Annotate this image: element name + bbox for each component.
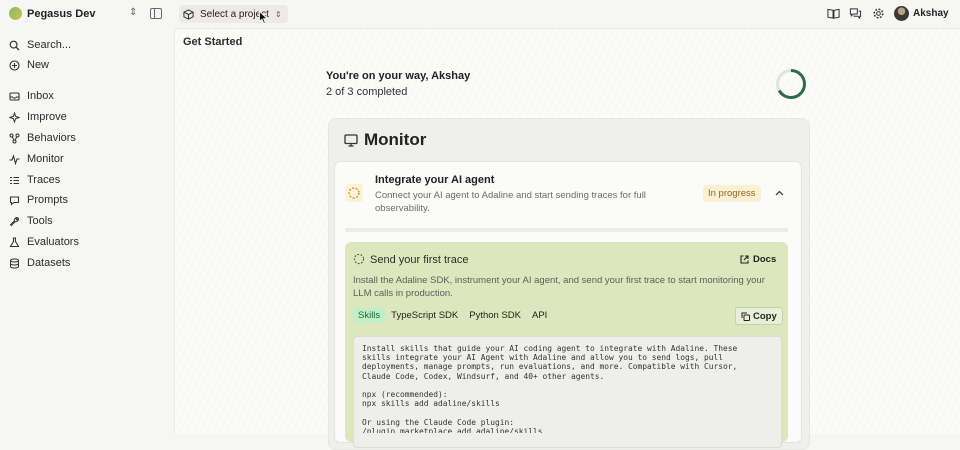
sidebar-item-improve[interactable]: Improve (9, 109, 67, 125)
search-label: Search... (27, 39, 72, 51)
new-label: New (27, 59, 50, 71)
copy-icon (741, 312, 750, 321)
cube-icon (183, 8, 194, 20)
sidebar-item-label: Improve (27, 111, 67, 123)
book-icon[interactable] (827, 7, 840, 20)
page-title: Get Started (183, 36, 243, 48)
project-selector[interactable]: Select a project ⇕ (179, 5, 288, 23)
sidebar-item-label: Prompts (27, 194, 68, 206)
progress-ring (776, 69, 806, 99)
sidebar-item-prompts[interactable]: Prompts (9, 192, 68, 208)
sidebar-item-label: Tools (27, 215, 53, 227)
section-title-label: Monitor (364, 130, 427, 149)
user-name[interactable]: Akshay (913, 8, 949, 19)
docs-label: Docs (753, 254, 777, 265)
pulse-icon (9, 153, 20, 165)
sidebar-item-label: Datasets (27, 257, 71, 269)
step-description: Install the Adaline SDK, instrument your… (353, 275, 765, 299)
search-icon (9, 40, 20, 51)
sidebar-item-label: Monitor (27, 153, 64, 165)
sidebar-item-behaviors[interactable]: Behaviors (9, 130, 76, 146)
tab-python-sdk[interactable]: Python SDK (464, 308, 526, 323)
workspace-switcher[interactable]: Pegasus Dev (9, 7, 95, 20)
nodes-icon (9, 133, 20, 144)
sidebar-item-label: Inbox (27, 90, 54, 102)
task-status-icon-box (345, 184, 363, 202)
dashed-circle-icon (353, 253, 365, 265)
progress-text: 2 of 3 completed (326, 86, 408, 98)
sidebar: Search... New Inbox Improve Behaviors Mo… (0, 28, 174, 433)
new-button[interactable]: New (9, 57, 49, 73)
mouse-cursor-icon (259, 11, 268, 24)
wrench-icon (9, 216, 20, 227)
docs-link[interactable]: Docs (740, 254, 776, 265)
external-link-icon (740, 255, 749, 264)
sidebar-toggle-icon[interactable] (150, 8, 162, 19)
sidebar-item-label: Evaluators (27, 236, 79, 248)
database-icon (9, 258, 20, 269)
sidebar-item-label: Behaviors (27, 132, 76, 144)
sidebar-item-label: Traces (27, 174, 61, 186)
section-title: Monitor (344, 130, 426, 150)
code-content[interactable]: Install skills that guide your AI coding… (362, 344, 777, 433)
sidebar-item-tools[interactable]: Tools (9, 213, 53, 229)
monitor-icon (344, 133, 358, 147)
sidebar-item-datasets[interactable]: Datasets (9, 255, 70, 271)
flask-icon (9, 236, 20, 248)
chevron-up-icon[interactable] (775, 188, 784, 198)
sidebar-item-evaluators[interactable]: Evaluators (9, 234, 79, 250)
task-title: Integrate your AI agent (375, 174, 495, 186)
sidebar-item-monitor[interactable]: Monitor (9, 151, 64, 167)
tab-typescript-sdk[interactable]: TypeScript SDK (386, 308, 463, 323)
top-bar: Pegasus Dev ⇕ Select a project ⇕ Akshay (0, 0, 960, 28)
inbox-icon (9, 91, 20, 102)
welcome-heading: You're on your way, Akshay (326, 70, 471, 82)
sidebar-item-traces[interactable]: Traces (9, 172, 60, 188)
step-title: Send your first trace (370, 254, 469, 266)
status-badge: In progress (703, 185, 761, 202)
task-description: Connect your AI agent to Adaline and sta… (375, 190, 646, 214)
chat-icon[interactable] (849, 7, 862, 20)
workspace-name: Pegasus Dev (27, 7, 96, 20)
prompt-icon (9, 195, 20, 206)
workspace-avatar (9, 7, 22, 20)
search-button[interactable]: Search... (9, 37, 71, 53)
gear-icon[interactable] (872, 7, 885, 20)
sdk-tabs: Skills TypeScript SDK Python SDK API (353, 308, 553, 323)
copy-button[interactable]: Copy (735, 307, 783, 325)
chevron-updown-icon: ⇕ (274, 9, 282, 19)
chevron-updown-icon[interactable]: ⇕ (129, 7, 137, 18)
dashed-circle-icon (348, 187, 360, 199)
sidebar-item-inbox[interactable]: Inbox (9, 88, 54, 104)
tab-api[interactable]: API (527, 308, 552, 323)
plus-circle-icon (9, 59, 20, 71)
sparkle-icon (9, 111, 20, 123)
list-icon (9, 175, 20, 186)
task-divider (345, 228, 788, 232)
copy-label: Copy (753, 310, 777, 322)
tab-skills[interactable]: Skills (353, 308, 386, 323)
user-avatar[interactable] (894, 6, 909, 21)
